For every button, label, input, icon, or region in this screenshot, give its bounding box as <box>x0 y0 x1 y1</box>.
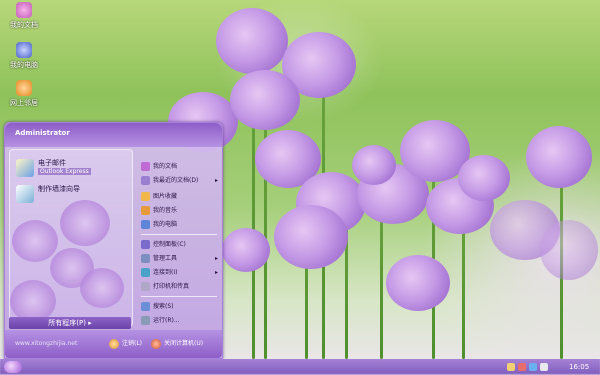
printer-icon <box>141 282 150 291</box>
flower-bloom <box>12 220 58 262</box>
menu-divider <box>141 296 217 297</box>
flower-bloom <box>274 205 348 269</box>
system-tray: 16:05 <box>507 360 597 374</box>
flower-bloom <box>80 268 124 308</box>
menu-item-run[interactable]: 运行(R)... <box>139 315 221 326</box>
logoff-label: 注销(L) <box>122 340 143 347</box>
menu-item-label: 图片收藏 <box>153 193 178 200</box>
start-menu-header: Administrator <box>5 123 222 147</box>
flower-bloom <box>386 255 450 311</box>
flower-bloom <box>526 126 592 188</box>
menu-item-pictures[interactable]: 图片收藏 <box>139 191 221 202</box>
tray-volume-icon[interactable] <box>540 363 548 371</box>
desktop-icon-label: 我的电脑 <box>10 61 38 69</box>
email-icon <box>16 159 34 177</box>
logoff-icon <box>109 338 119 349</box>
desktop-icon-label: 我的文档 <box>10 21 38 29</box>
chevron-right-icon: ▸ <box>215 255 219 262</box>
menu-item-label: 搜索(S) <box>153 303 174 310</box>
desktop-icon-my-documents[interactable]: 我的文档 <box>2 2 46 30</box>
start-menu-left-pane: 电子邮件 Outlook Express 制作墙漆向导 <box>9 149 133 327</box>
start-menu-footer: www.xitongzhijia.net 注销(L) 关闭计算机(U) <box>5 330 222 358</box>
flower-bloom <box>216 8 288 74</box>
flower-bloom <box>540 220 598 280</box>
shutdown-icon <box>151 338 161 349</box>
recent-documents-icon <box>141 176 150 185</box>
pinned-subtitle: Outlook Express <box>38 168 91 175</box>
menu-item-label: 我最近的文档(D) <box>153 177 199 184</box>
desktop-icon-label: 网上邻居 <box>10 99 38 107</box>
menu-item-label: 我的电脑 <box>153 221 178 228</box>
menu-item-search[interactable]: 搜索(S) <box>139 301 221 312</box>
flower-bloom <box>60 200 110 246</box>
tray-network-icon[interactable] <box>529 363 537 371</box>
website-label: www.xitongzhijia.net <box>15 340 78 347</box>
menu-item-label: 打印机和传真 <box>153 283 190 290</box>
menu-item-label: 控制面板(C) <box>153 241 186 248</box>
menu-item-my-computer[interactable]: 我的电脑 <box>139 219 221 230</box>
user-name: Administrator <box>15 129 70 137</box>
flower-bloom <box>222 228 270 272</box>
my-documents-icon <box>16 2 32 18</box>
logoff-button[interactable]: 注销(L) <box>109 338 142 350</box>
run-icon <box>141 316 150 325</box>
pictures-icon <box>141 192 150 201</box>
start-menu: Administrator 电子邮件 Outlook Express 制作墙漆向… <box>4 122 223 359</box>
desktop-icon-network[interactable]: 网上邻居 <box>2 80 46 108</box>
menu-item-label: 我的文档 <box>153 163 178 170</box>
chevron-right-icon: ▸ <box>215 177 219 184</box>
shutdown-label: 关闭计算机(U) <box>164 340 204 347</box>
music-icon <box>141 206 150 215</box>
flower-bloom <box>352 145 396 185</box>
menu-item-label: 我的音乐 <box>153 207 178 214</box>
pinned-wizard[interactable]: 制作墙漆向导 <box>14 182 128 206</box>
tray-security-icon[interactable] <box>518 363 526 371</box>
menu-item-my-documents[interactable]: 我的文档 <box>139 161 221 172</box>
flower-bloom <box>10 280 56 322</box>
clock[interactable]: 16:05 <box>569 360 589 374</box>
menu-divider <box>141 234 217 235</box>
menu-item-connect-to[interactable]: 连接到(I) ▸ <box>139 267 221 278</box>
tray-input-icon[interactable] <box>507 363 515 371</box>
chevron-right-icon: ▸ <box>215 269 219 276</box>
flower-bloom <box>458 155 510 201</box>
menu-item-admin-tools[interactable]: 管理工具 ▸ <box>139 253 221 264</box>
pinned-email[interactable]: 电子邮件 Outlook Express <box>14 156 128 180</box>
start-button[interactable] <box>4 361 22 373</box>
menu-item-label: 连接到(I) <box>153 269 178 276</box>
start-menu-right-pane: 我的文档 我最近的文档(D) ▸ 图片收藏 我的音乐 我的电脑 控制面板(C) … <box>137 149 219 329</box>
control-panel-icon <box>141 240 150 249</box>
menu-item-music[interactable]: 我的音乐 <box>139 205 221 216</box>
menu-item-printers[interactable]: 打印机和传真 <box>139 281 221 292</box>
flower-bloom <box>230 70 300 130</box>
arrow-right-icon: ▸ <box>88 319 92 327</box>
menu-item-recent-documents[interactable]: 我最近的文档(D) ▸ <box>139 175 221 186</box>
network-places-icon <box>16 80 32 96</box>
taskbar: 16:05 <box>0 359 600 375</box>
computer-icon <box>141 220 150 229</box>
desktop-icon-my-computer[interactable]: 我的电脑 <box>2 42 46 70</box>
all-programs-label: 所有程序(P) <box>48 319 86 327</box>
menu-item-label: 运行(R)... <box>153 317 180 324</box>
menu-item-control-panel[interactable]: 控制面板(C) <box>139 239 221 250</box>
pinned-title: 制作墙漆向导 <box>38 185 80 193</box>
admin-tools-icon <box>141 254 150 263</box>
all-programs-button[interactable]: 所有程序(P) ▸ <box>9 317 131 329</box>
menu-item-label: 管理工具 <box>153 255 178 262</box>
flower-stem <box>264 95 267 359</box>
wizard-icon <box>16 185 34 203</box>
shutdown-button[interactable]: 关闭计算机(U) <box>151 338 203 350</box>
connect-icon <box>141 268 150 277</box>
my-documents-icon <box>141 162 150 171</box>
my-computer-icon <box>16 42 32 58</box>
search-icon <box>141 302 150 311</box>
pinned-title: 电子邮件 <box>38 159 66 167</box>
